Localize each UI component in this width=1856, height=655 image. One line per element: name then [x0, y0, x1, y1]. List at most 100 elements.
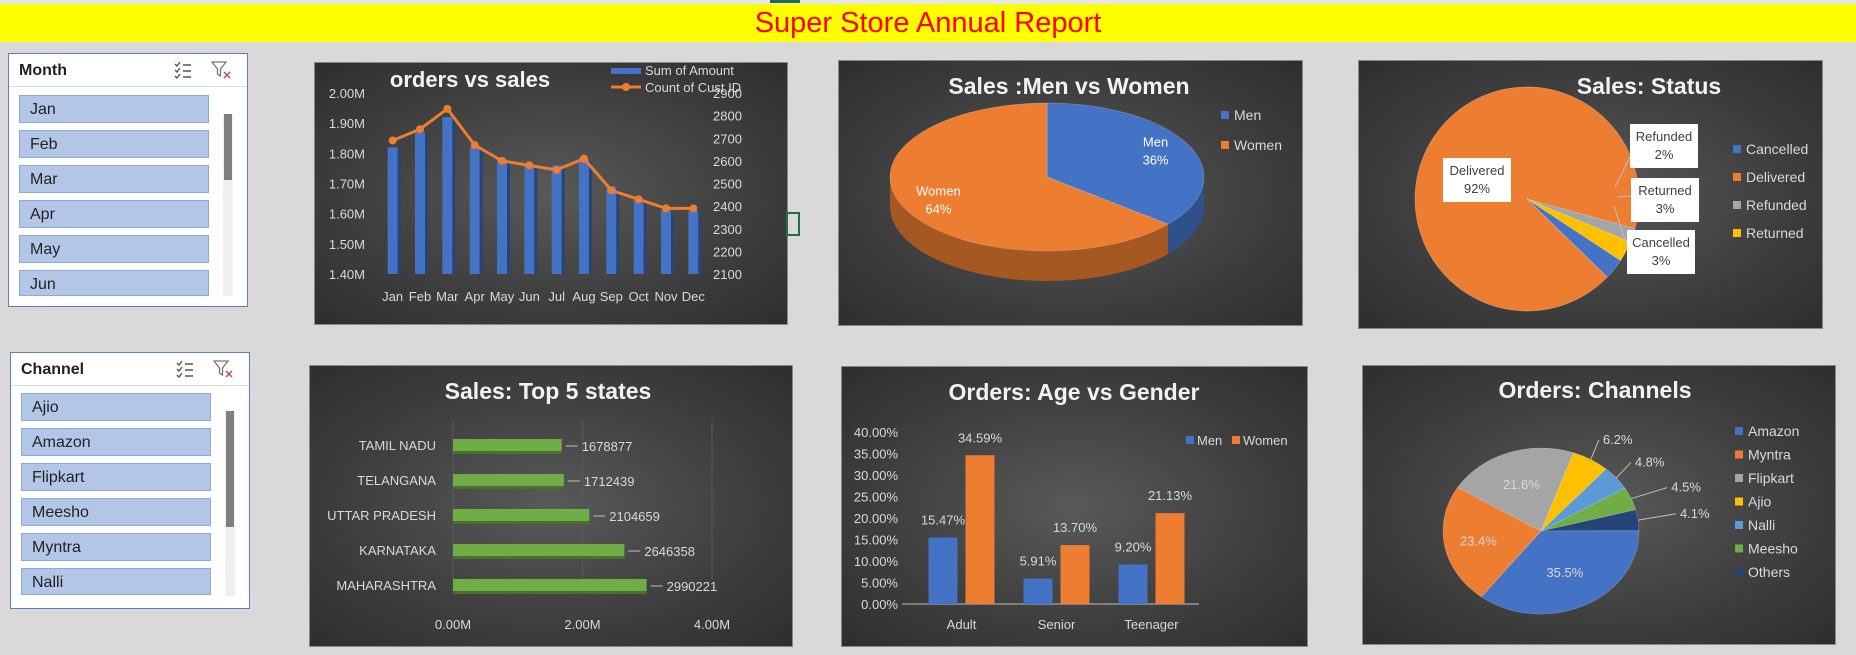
leader-line — [1590, 439, 1600, 460]
legend-swatch — [1733, 229, 1741, 237]
x-axis-tick-label: Teenager — [1124, 617, 1179, 632]
y-axis-tick-label-right: 2700 — [713, 131, 742, 146]
line-point — [498, 156, 506, 165]
bar-side — [643, 200, 647, 274]
legend-label: Amazon — [1748, 423, 1799, 439]
clear-filter-icon[interactable] — [211, 60, 231, 80]
y-axis-tick-label: KARNATAKA — [359, 543, 436, 558]
bar — [453, 544, 625, 556]
slicer-item[interactable]: Jan — [19, 95, 209, 123]
data-label-value: 35.5% — [1546, 565, 1583, 580]
scrollbar-thumb[interactable] — [224, 114, 232, 180]
sales-gender-chart[interactable]: Sales :Men vs Women Men 36% Women 64% Men Wome… — [838, 60, 1303, 326]
legend-label: Myntra — [1748, 447, 1791, 463]
clear-filter-icon[interactable] — [213, 359, 233, 379]
month-slicer-header: Month — [9, 54, 247, 87]
bar — [442, 117, 453, 274]
multi-select-icon[interactable] — [173, 60, 193, 80]
data-label-value: 4.5% — [1671, 480, 1701, 495]
slicer-item[interactable]: Myntra — [21, 533, 211, 561]
data-label-value: 1678877 — [582, 439, 633, 454]
slicer-item[interactable]: Amazon — [21, 428, 211, 456]
y-axis-tick-label-right: 2600 — [713, 154, 742, 169]
slicer-item[interactable]: Ajio — [21, 393, 211, 421]
data-label-value: 4.8% — [1635, 454, 1665, 469]
multi-select-icon[interactable] — [175, 359, 195, 379]
data-label-value: 6.2% — [1603, 432, 1633, 447]
y-axis-tick-label: 1.50M — [329, 237, 365, 252]
x-axis-tick-label: Apr — [465, 289, 486, 304]
channels-chart[interactable]: Orders: Channels 35.5% 23.4% 21.6% 6.2% 4.8% 4… — [1362, 365, 1836, 645]
selected-cell[interactable] — [786, 212, 800, 236]
legend-swatch — [1232, 436, 1240, 444]
legend-label: Ajio — [1748, 494, 1772, 510]
y-axis-tick-label-right: 2200 — [713, 244, 742, 259]
slicer-item[interactable]: May — [19, 235, 209, 263]
y-axis-tick-label: UTTAR PRADESH — [327, 508, 436, 523]
legend-swatch — [1221, 141, 1229, 149]
x-axis-tick-label: 2.00M — [564, 617, 600, 632]
data-label-value: 2104659 — [609, 509, 660, 524]
chart-title: Sales: Top 5 states — [445, 378, 652, 404]
channels-plot: Orders: Channels 35.5% 23.4% 21.6% 6.2%4.8% 4… — [1442, 377, 1799, 615]
legend-label: Nalli — [1748, 517, 1775, 533]
legend-swatch — [1221, 111, 1229, 119]
y-axis-tick-label: 15.00% — [854, 533, 899, 548]
data-label-name: Women — [916, 184, 961, 199]
report-title: Super Store Annual Report — [754, 7, 1102, 39]
slicer-item[interactable]: Nalli — [21, 568, 211, 595]
month-slicer-scrollbar[interactable] — [223, 114, 233, 296]
bar-side — [671, 212, 674, 274]
bar-side — [698, 212, 702, 274]
bar-side — [452, 119, 456, 274]
legend-label: Flipkart — [1748, 470, 1794, 486]
sales-status-chart[interactable]: Sales: Status Delivered 92% Refunded 2% Retur… — [1358, 60, 1823, 329]
bar-side — [453, 591, 647, 594]
y-axis-tick-label: 1.80M — [329, 146, 365, 161]
data-label-value: 3% — [1652, 253, 1671, 268]
y-axis-tick-label: MAHARASHTRA — [336, 578, 436, 593]
bar — [606, 186, 617, 274]
data-label-value: 1712439 — [584, 474, 635, 489]
slicer-item[interactable]: Mar — [19, 165, 209, 193]
line-point — [525, 161, 534, 170]
y-axis-tick-label: TELANGANA — [357, 473, 436, 488]
top-states-plot: Sales: Top 5 states 0.00M 2.00M 4.00M TAMIL … — [327, 378, 730, 632]
legend-swatch — [1735, 544, 1743, 553]
bar — [524, 165, 535, 274]
x-axis-tick-label: Aug — [572, 289, 595, 304]
legend-swatch — [1186, 436, 1194, 444]
slicer-item[interactable]: Feb — [19, 130, 209, 158]
bar-side — [397, 149, 401, 274]
line-point — [607, 186, 616, 195]
data-label-name: Returned — [1638, 183, 1691, 198]
orders-vs-sales-chart[interactable]: orders vs sales 2.00M 1.90M 1.80M 1.70M 1.60M… — [314, 62, 788, 325]
legend-swatch — [1735, 427, 1743, 435]
top-states-chart[interactable]: Sales: Top 5 states 0.00M 2.00M 4.00M TAMIL … — [309, 365, 793, 647]
y-axis-tick-label-right: 2100 — [713, 267, 742, 282]
slicer-item[interactable]: Apr — [19, 200, 209, 228]
age-gender-chart[interactable]: Orders: Age vs Gender 40.00% 35.00% 30.00% 2… — [841, 366, 1308, 647]
slicer-item[interactable]: Flipkart — [21, 463, 211, 491]
legend-swatch — [1735, 497, 1743, 506]
line-point — [388, 136, 397, 145]
data-label-name: Delivered — [1450, 163, 1505, 178]
legend-swatch — [1733, 173, 1741, 181]
slicer-item[interactable]: Jun — [19, 270, 209, 296]
slicer-item[interactable]: Meesho — [21, 498, 211, 526]
scrollbar-thumb[interactable] — [226, 411, 234, 527]
orders-vs-sales-plot: orders vs sales 2.00M 1.90M 1.80M 1.70M 1.60M… — [329, 63, 742, 304]
bar-side — [453, 451, 562, 454]
y-axis-tick-label: 25.00% — [854, 490, 899, 505]
bar — [1155, 513, 1185, 604]
bar — [387, 147, 398, 274]
x-axis-tick-label: Adult — [947, 617, 977, 632]
legend-label: Returned — [1746, 225, 1804, 241]
channel-slicer-scrollbar[interactable] — [225, 411, 235, 596]
data-label-value: 15.47% — [921, 512, 966, 527]
y-axis-tick-label: 35.00% — [854, 447, 899, 462]
legend-label: Others — [1748, 564, 1790, 580]
y-axis-tick-label: 1.70M — [329, 177, 365, 192]
data-label-value: 2646358 — [644, 544, 695, 559]
data-label-value: 92% — [1464, 181, 1490, 196]
